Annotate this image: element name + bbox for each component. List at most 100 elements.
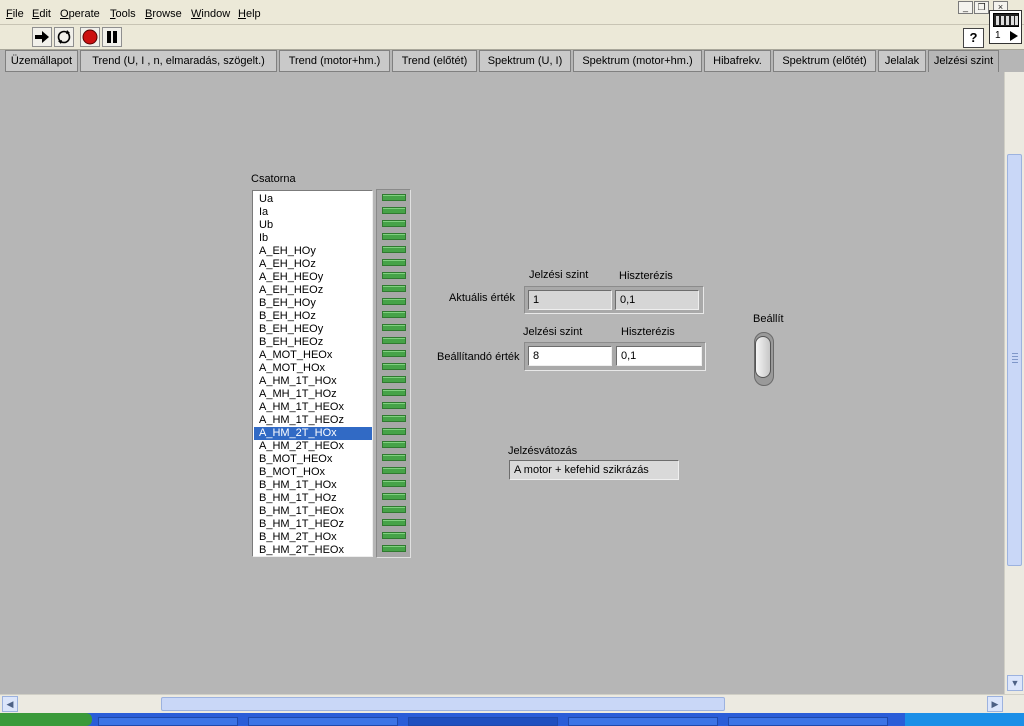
channel-list-item[interactable]: A_HM_1T_HEOx (254, 401, 372, 414)
channel-list-item[interactable]: B_HM_1T_HOx (254, 479, 372, 492)
taskbar-item[interactable] (248, 717, 398, 726)
scroll-left-arrow-icon[interactable]: ◀ (2, 696, 18, 712)
channel-led (382, 298, 406, 305)
current-hysteresis-header: Hiszterézis (619, 270, 673, 282)
scroll-down-arrow-icon[interactable]: ▼ (1007, 675, 1023, 691)
channel-list-item[interactable]: B_MOT_HEOx (254, 453, 372, 466)
channel-list-item[interactable]: B_HM_2T_HEOx (254, 544, 372, 556)
channel-list-item[interactable]: B_MOT_HOx (254, 466, 372, 479)
tab-trend-u-i[interactable]: Trend (U, I , n, elmaradás, szögelt.) (80, 50, 277, 72)
channel-led (382, 207, 406, 214)
tab-uzemallapot[interactable]: Üzemállapot (5, 50, 78, 72)
setpoint-hysteresis-header: Hiszterézis (621, 326, 675, 338)
taskbar-item[interactable] (728, 717, 888, 726)
taskbar-item[interactable] (408, 717, 558, 726)
setpoint-hysteresis-input[interactable]: 0,1 (616, 346, 702, 366)
channel-led (382, 389, 406, 396)
current-hysteresis-field: 0,1 (615, 290, 699, 310)
channel-list-item[interactable]: A_HM_2T_HEOx (254, 440, 372, 453)
minimize-button[interactable]: _ (958, 1, 973, 14)
channel-list-item[interactable]: B_HM_1T_HEOx (254, 505, 372, 518)
channel-list-item[interactable]: A_HM_1T_HOx (254, 375, 372, 388)
channel-list-item[interactable]: A_HM_2T_HOx (254, 427, 372, 440)
channel-led (382, 441, 406, 448)
channel-list-item[interactable]: Ua (254, 193, 372, 206)
tab-spektrum-motor[interactable]: Spektrum (motor+hm.) (573, 50, 702, 72)
channel-led (382, 311, 406, 318)
menu-window[interactable]: Window (191, 8, 230, 21)
channel-led (382, 493, 406, 500)
channel-led (382, 545, 406, 552)
vertical-scrollbar[interactable]: ▼ (1004, 72, 1024, 694)
vi-icon[interactable]: 1 (989, 10, 1022, 44)
tab-jelalak[interactable]: Jelalak (878, 50, 926, 72)
channel-list-item[interactable]: A_EH_HEOy (254, 271, 372, 284)
tab-trend-motor[interactable]: Trend (motor+hm.) (279, 50, 390, 72)
channel-led (382, 428, 406, 435)
pause-button[interactable] (102, 27, 122, 47)
restore-button[interactable]: ❐ (974, 1, 989, 14)
channel-list-item[interactable]: B_EH_HEOy (254, 323, 372, 336)
current-level-header: Jelzési szint (529, 269, 589, 281)
tab-spektrum-u-i[interactable]: Spektrum (U, I) (479, 50, 571, 72)
scroll-right-arrow-icon[interactable]: ▶ (987, 696, 1003, 712)
channel-led (382, 519, 406, 526)
channel-led (382, 194, 406, 201)
horizontal-scroll-thumb[interactable] (161, 697, 725, 711)
channel-led (382, 220, 406, 227)
menu-browse[interactable]: Browse (145, 8, 182, 21)
channel-led (382, 532, 406, 539)
run-continuously-button[interactable] (54, 27, 74, 47)
horizontal-scrollbar[interactable]: ◀ ▶ (0, 694, 1024, 713)
run-button[interactable] (32, 27, 52, 47)
channel-list-item[interactable]: B_EH_HOz (254, 310, 372, 323)
channel-list-item[interactable]: A_EH_HOy (254, 245, 372, 258)
channel-list-item[interactable]: Ub (254, 219, 372, 232)
menu-help[interactable]: Help (238, 8, 261, 21)
tab-jelzesi-szint[interactable]: Jelzési szint (928, 50, 999, 73)
channel-led (382, 350, 406, 357)
menu-edit[interactable]: Edit (32, 8, 51, 21)
pause-icon (107, 31, 117, 43)
context-help-button[interactable]: ? (963, 28, 984, 48)
abort-icon (82, 29, 98, 45)
channel-list-item[interactable]: A_MOT_HOx (254, 362, 372, 375)
setpoint-row-label: Beállítandó érték (437, 351, 520, 363)
channel-list-item[interactable]: Ia (254, 206, 372, 219)
vi-icon-screen (993, 13, 1019, 27)
tab-trend-elotet[interactable]: Trend (előtét) (392, 50, 477, 72)
vertical-scroll-thumb[interactable] (1007, 154, 1022, 566)
menu-file[interactable]: File (6, 8, 24, 21)
run-continuously-icon (57, 30, 71, 44)
start-button[interactable] (0, 713, 92, 726)
channel-led (382, 246, 406, 253)
menu-tools[interactable]: Tools (110, 8, 136, 21)
channel-list-item[interactable]: Ib (254, 232, 372, 245)
current-row-label: Aktuális érték (449, 292, 516, 304)
channel-list-item[interactable]: B_HM_1T_HEOz (254, 518, 372, 531)
set-button-label: Beállít (753, 313, 784, 325)
menu-operate[interactable]: Operate (60, 8, 100, 21)
tab-hibafrekv[interactable]: Hibafrekv. (704, 50, 771, 72)
tab-spektrum-elotet[interactable]: Spektrum (előtét) (773, 50, 876, 72)
channel-list-item[interactable]: B_HM_2T_HOx (254, 531, 372, 544)
taskbar-item[interactable] (98, 717, 238, 726)
channel-list-item[interactable]: A_HM_1T_HEOz (254, 414, 372, 427)
channel-list-item[interactable]: B_EH_HEOz (254, 336, 372, 349)
setpoint-level-input[interactable]: 8 (528, 346, 612, 366)
channel-list-item[interactable]: A_EH_HEOz (254, 284, 372, 297)
tab-strip: Üzemállapot Trend (U, I , n, elmaradás, … (0, 50, 1024, 73)
channel-led (382, 272, 406, 279)
channel-list-item[interactable]: A_EH_HOz (254, 258, 372, 271)
channel-led (382, 415, 406, 422)
set-toggle-button[interactable] (752, 332, 776, 388)
taskbar-item[interactable] (568, 717, 718, 726)
channel-list-item[interactable]: A_MOT_HEOx (254, 349, 372, 362)
channel-list-item[interactable]: B_EH_HOy (254, 297, 372, 310)
channel-listbox[interactable]: Ua Ia Ub Ib A_EH_HOy A_EH_HOz A_EH_HEOy A_EH_HE… (252, 190, 373, 557)
channel-list-item[interactable]: A_MH_1T_HOz (254, 388, 372, 401)
toolbar: ? (0, 25, 1024, 50)
channel-led (382, 233, 406, 240)
channel-list-item[interactable]: B_HM_1T_HOz (254, 492, 372, 505)
abort-button[interactable] (80, 27, 100, 47)
